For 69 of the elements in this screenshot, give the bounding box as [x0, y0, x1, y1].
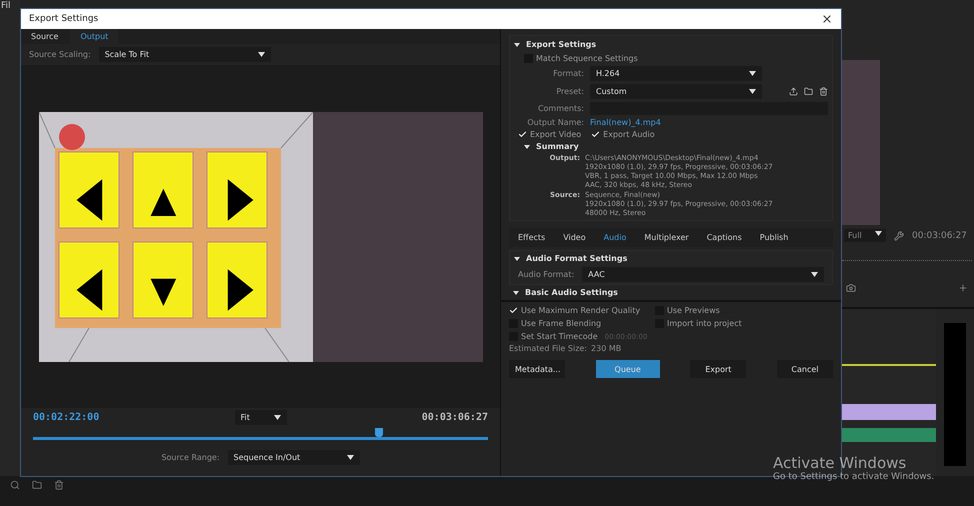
- dialog-button[interactable]: Cancel: [776, 360, 833, 378]
- folder-icon[interactable]: [32, 480, 42, 490]
- tab[interactable]: Output: [70, 29, 118, 44]
- tab[interactable]: Video: [554, 228, 595, 247]
- tab[interactable]: Multiplexer: [635, 228, 698, 247]
- expanded-triangle-icon[interactable]: [514, 256, 520, 262]
- caret-icon: [811, 272, 818, 277]
- section-heading: Audio Format Settings: [526, 254, 628, 263]
- range-dropdown[interactable]: Sequence In/Out: [228, 450, 360, 465]
- audio-format-dropdown[interactable]: AAC: [582, 267, 824, 282]
- timecode: 00:03:06:27: [912, 230, 967, 240]
- field-label: Comments:: [536, 104, 584, 113]
- zoom-dropdown[interactable]: Fit: [234, 410, 286, 425]
- wrench-icon[interactable]: [894, 230, 904, 240]
- checkbox-label: Export Video: [530, 130, 582, 139]
- menu-text[interactable]: Fil: [1, 1, 11, 11]
- folder-icon[interactable]: [804, 87, 813, 96]
- zoom-dropdown[interactable]: Full: [844, 229, 886, 242]
- close-icon[interactable]: [821, 13, 833, 25]
- checkbox-label: Import into project: [667, 319, 742, 328]
- trash-icon[interactable]: [54, 480, 64, 490]
- field-label: Audio Format:: [518, 270, 574, 279]
- checkbox[interactable]: [591, 130, 600, 139]
- section-heading: Basic Audio Settings: [525, 288, 618, 297]
- expanded-triangle-icon[interactable]: [514, 42, 520, 48]
- window-title: Export Settings: [29, 14, 98, 24]
- playhead-handle[interactable]: [374, 428, 383, 437]
- checkbox[interactable]: [518, 130, 527, 139]
- checkbox-label: Use Previews: [667, 306, 720, 315]
- caret-icon: [749, 71, 756, 76]
- field-label: Source Range:: [161, 453, 220, 462]
- tab[interactable]: Audio: [594, 228, 636, 247]
- field-label: Source Scaling:: [29, 50, 91, 59]
- plus-icon[interactable]: [958, 283, 968, 293]
- caret-icon: [274, 415, 280, 420]
- scaling-dropdown[interactable]: Scale To Fit: [98, 47, 271, 62]
- trash-icon[interactable]: [819, 87, 828, 96]
- caret-icon: [875, 231, 882, 236]
- caret-icon: [346, 455, 354, 460]
- checkbox-label: Set Start Timecode: [521, 332, 598, 341]
- dialog-button[interactable]: Metadata...: [509, 360, 565, 378]
- checkbox-label: Use Maximum Render Quality: [521, 306, 640, 315]
- save-preset-icon[interactable]: [789, 87, 798, 96]
- checkbox[interactable]: [509, 306, 518, 315]
- tab[interactable]: Effects: [509, 228, 554, 247]
- timecode: 00:03:06:27: [422, 412, 488, 423]
- camera-icon[interactable]: [846, 283, 856, 293]
- tab[interactable]: Publish: [750, 228, 798, 247]
- field-label: Preset:: [555, 87, 584, 96]
- caret-icon: [749, 89, 756, 94]
- field-label: Format:: [552, 69, 584, 78]
- file-size-value: 230 MB: [591, 344, 622, 353]
- timecode[interactable]: 00:02:22:00: [33, 412, 100, 423]
- search-icon[interactable]: [10, 480, 20, 490]
- section-heading: Summary: [536, 142, 579, 151]
- preset-dropdown[interactable]: Custom: [590, 84, 762, 99]
- field-label: Estimated File Size:: [509, 344, 588, 353]
- field-label: Output Name:: [526, 118, 584, 127]
- section-heading: Export Settings: [526, 40, 596, 49]
- caret-icon: [258, 52, 265, 57]
- expanded-triangle-icon[interactable]: [524, 144, 530, 150]
- checkbox-label: Use Frame Blending: [521, 319, 602, 328]
- checkbox-label: Export Audio: [603, 130, 655, 139]
- output-name-link[interactable]: Final(new)_4.mp4: [590, 118, 828, 127]
- checkbox-label: Match Sequence Settings: [536, 54, 638, 63]
- expanded-triangle-icon[interactable]: [513, 290, 519, 296]
- dialog-button[interactable]: Export: [690, 360, 746, 378]
- format-dropdown[interactable]: H.264: [590, 66, 762, 81]
- tab[interactable]: Captions: [698, 228, 751, 247]
